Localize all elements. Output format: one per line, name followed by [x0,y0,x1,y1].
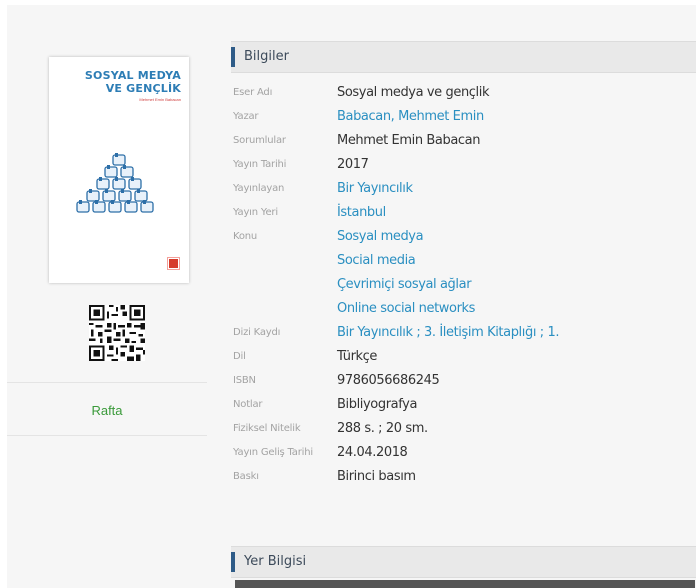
availability-status-link[interactable]: Rafta [7,403,207,418]
publisher-logo-icon [167,257,180,270]
field-label: Notlar [233,399,263,410]
field-row-yayin-gelis-tarihi: Yayın Geliş Tarihi 24.04.2018 [233,443,693,467]
field-value: 9786056686245 [337,373,440,388]
field-row-sorumlular: Sorumlular Mehmet Emin Babacan [233,131,693,155]
subject-link[interactable]: Çevrimiçi sosyal ağlar [337,277,475,301]
cover-author: Mehmet Emin Babacan [139,97,181,102]
record-details: Eser Adı Sosyal medya ve gençlik Yazar B… [233,83,693,491]
subject-link[interactable]: Social media [337,253,475,277]
field-label: Yayın Yeri [233,207,278,218]
place-link[interactable]: İstanbul [337,205,386,229]
field-row-dizi-kaydi: Dizi Kaydı Bir Yayıncılık ; 3. İletişim … [233,323,693,347]
field-value: Sosyal medya ve gençlik [337,85,490,100]
location-table-header-strip [235,580,695,588]
field-row-konu: Konu Sosyal medya Social media Çevrimiçi… [233,227,693,323]
field-label: Konu [233,231,258,242]
field-row-yayin-tarihi: Yayın Tarihi 2017 [233,155,693,179]
author-link[interactable]: Babacan, Mehmet Emin [337,109,484,133]
field-row-notlar: Notlar Bibliyografya [233,395,693,419]
field-row-fiziksel-nitelik: Fiziksel Nitelik 288 s. ; 20 sm. [233,419,693,443]
series-link[interactable]: Bir Yayıncılık ; 3. İletişim Kitaplığı ;… [337,325,559,349]
field-label: ISBN [233,375,256,386]
field-label: Sorumlular [233,135,286,146]
field-value: 2017 [337,157,369,172]
subject-link[interactable]: Sosyal medya [337,229,475,253]
book-cover[interactable]: SOSYAL MEDYA VE GENÇLİK Mehmet Emin Baba… [49,57,189,283]
field-row-isbn: ISBN 9786056686245 [233,371,693,395]
location-section-title: Yer Bilgisi [244,554,307,569]
field-row-yayin-yeri: Yayın Yeri İstanbul [233,203,693,227]
field-label: Yayın Geliş Tarihi [233,447,313,458]
section-accent-bar [231,47,235,67]
field-row-yazar: Yazar Babacan, Mehmet Emin [233,107,693,131]
left-divider-top [7,382,207,383]
field-row-baski: Baskı Birinci basım [233,467,693,491]
field-row-yayinlayan: Yayınlayan Bir Yayıncılık [233,179,693,203]
subject-link[interactable]: Online social networks [337,301,475,325]
field-value: Türkçe [337,349,378,364]
field-label: Fiziksel Nitelik [233,423,301,434]
left-divider-bottom [7,435,207,436]
thumbs-up-pyramid-image [76,153,154,213]
info-section-header: Bilgiler [231,41,696,73]
qr-code-icon[interactable] [89,305,145,361]
field-value: Birinci basım [337,469,416,484]
field-label: Dizi Kaydı [233,327,281,338]
field-row-eser-adi: Eser Adı Sosyal medya ve gençlik [233,83,693,107]
field-label: Yayınlayan [233,183,285,194]
field-label: Yazar [233,111,259,122]
publisher-link[interactable]: Bir Yayıncılık [337,181,413,205]
record-page: SOSYAL MEDYA VE GENÇLİK Mehmet Emin Baba… [7,5,696,588]
info-section-title: Bilgiler [244,49,289,64]
cover-title: SOSYAL MEDYA VE GENÇLİK [84,69,181,95]
section-accent-bar [231,552,235,572]
field-row-dil: Dil Türkçe [233,347,693,371]
field-value: 288 s. ; 20 sm. [337,421,428,436]
field-value: 24.04.2018 [337,445,408,460]
field-label: Yayın Tarihi [233,159,287,170]
field-label: Eser Adı [233,87,273,98]
location-section-header: Yer Bilgisi [231,546,696,578]
field-label: Baskı [233,471,259,482]
field-value: Mehmet Emin Babacan [337,133,481,148]
field-label: Dil [233,351,246,362]
field-value: Bibliyografya [337,397,418,412]
